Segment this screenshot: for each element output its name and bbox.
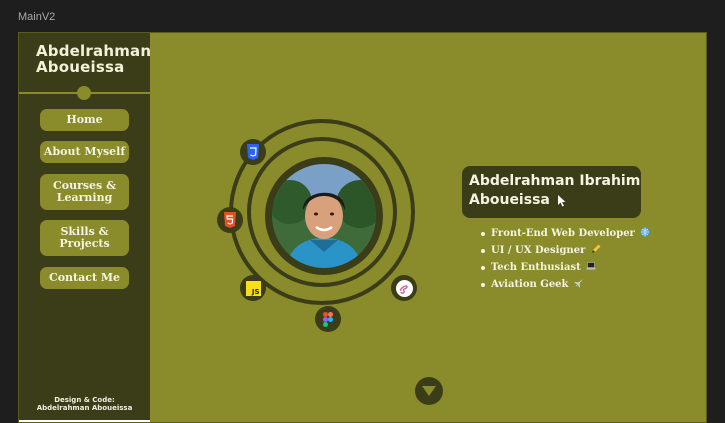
scroll-down-button[interactable]	[415, 377, 443, 405]
role-text: Aviation Geek	[491, 279, 569, 290]
nav-about-button[interactable]: About Myself	[40, 141, 129, 163]
brand-line-1: Abdelrahman	[36, 42, 152, 60]
main-frame: Abdelrahman Aboueissa Home About Myself …	[18, 32, 707, 423]
js-label: JS	[251, 287, 260, 296]
airplane-icon	[574, 279, 583, 288]
avatar	[272, 164, 376, 268]
triangle-down-icon	[422, 386, 436, 396]
list-item: Tech Enthusiast	[481, 259, 650, 276]
html5-icon	[217, 207, 243, 233]
nav-about-label: About Myself	[43, 145, 126, 158]
profile-photo	[272, 164, 376, 268]
brand-name[interactable]: Abdelrahman Aboueissa	[36, 43, 151, 75]
nav-home-button[interactable]: Home	[40, 109, 129, 131]
name-line-2-row: Aboueissa	[469, 191, 641, 210]
brand-line-2: Aboueissa	[36, 58, 125, 76]
role-text: UI / UX Designer	[491, 245, 586, 256]
figma-icon	[315, 306, 341, 332]
list-item: Aviation Geek	[481, 276, 650, 293]
credit-line-2: Abdelrahman Aboueissa	[36, 404, 133, 412]
nav-courses-label-2: Learning	[56, 191, 113, 204]
nav-contact-button[interactable]: Contact Me	[40, 267, 129, 289]
nav-skills-button[interactable]: Skills & Projects	[40, 220, 129, 256]
nav-courses-button[interactable]: Courses & Learning	[40, 174, 129, 210]
name-line-2: Aboueissa	[469, 192, 550, 208]
name-card: Abdelrahman Ibrahim Aboueissa	[462, 166, 641, 218]
credit-line-1: Design & Code:	[54, 396, 115, 404]
list-item: Front-End Web Developer	[481, 225, 650, 242]
laptop-icon	[586, 262, 596, 270]
nav-contact-label: Contact Me	[48, 271, 121, 284]
list-item: UI / UX Designer	[481, 242, 650, 259]
name-line-1: Abdelrahman Ibrahim	[469, 173, 641, 189]
sass-icon	[391, 275, 417, 301]
javascript-icon: JS	[240, 275, 266, 301]
roles-list: Front-End Web Developer UI / UX Designer…	[481, 225, 650, 293]
frame-title: MainV2	[18, 11, 56, 23]
design-credit: Design & Code: Abdelrahman Aboueissa	[19, 396, 150, 412]
divider-dot	[77, 86, 91, 100]
nav-skills-label-2: Projects	[59, 237, 110, 250]
cursor-icon	[557, 194, 566, 206]
role-text: Front-End Web Developer	[491, 228, 635, 239]
avatar-frame	[265, 157, 383, 275]
pencil-icon	[591, 244, 601, 253]
globe-icon	[640, 227, 650, 237]
nav-home-label: Home	[66, 113, 103, 126]
role-text: Tech Enthusiast	[491, 262, 581, 273]
css3-icon	[240, 139, 266, 165]
sidebar: Abdelrahman Aboueissa Home About Myself …	[19, 33, 151, 422]
